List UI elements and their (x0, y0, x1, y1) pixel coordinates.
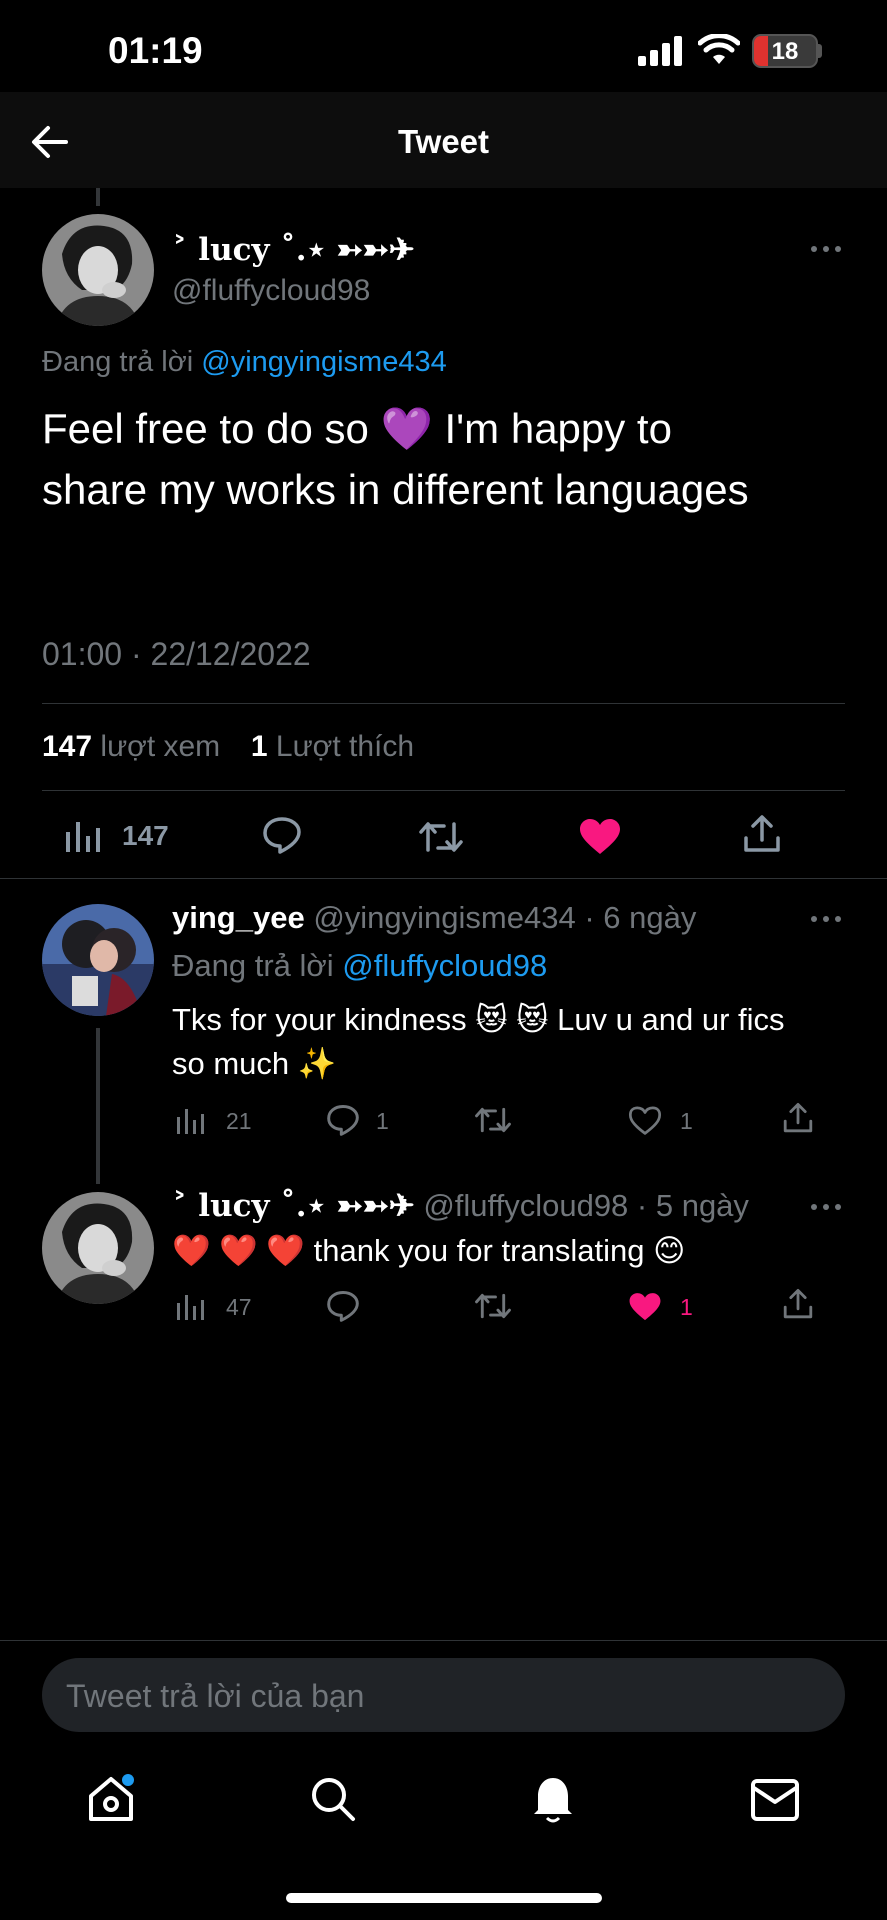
views-analytics-button[interactable] (176, 1292, 204, 1320)
more-options-icon[interactable] (810, 244, 842, 254)
thread-line-top (96, 188, 100, 206)
like-icon[interactable] (628, 1106, 662, 1136)
nav-search[interactable] (308, 1774, 358, 1824)
tweet-stats: 147 lượt xem 1 Lượt thích (42, 730, 414, 764)
nav-notifications[interactable] (528, 1772, 578, 1824)
retweet-icon[interactable] (474, 1292, 512, 1320)
replying-to-handle[interactable]: @yingyingisme434 (201, 346, 446, 378)
replying-to-handle[interactable]: @fluffycloud98 (342, 948, 547, 983)
replying-to-label: Đang trả lời (172, 948, 334, 983)
views-count: 147 (42, 730, 93, 763)
share-icon[interactable] (742, 814, 782, 854)
reply-author-handle-time[interactable]: @yingyingisme434 · 6 ngày (313, 900, 696, 935)
tweet-text-line: share my works in different languages (42, 466, 749, 513)
like-count: 1 (680, 1294, 693, 1320)
reply-header: ying_yee @yingyingisme434 · 6 ngày (172, 900, 696, 936)
status-time: 01:19 (108, 30, 203, 71)
share-icon[interactable] (782, 1102, 814, 1134)
thread-line (96, 1028, 100, 1184)
reply-text: Tks for your kindness 😻 😻 Luv u and ur f… (172, 998, 785, 1086)
battery-nub (818, 44, 822, 58)
views-label: lượt xem (100, 730, 221, 763)
share-icon[interactable] (782, 1288, 814, 1320)
mail-icon (751, 1779, 799, 1821)
reply-count: 1 (376, 1108, 389, 1134)
reply-icon[interactable] (262, 816, 302, 854)
tweet-author-handle[interactable]: @fluffycloud98 (172, 274, 370, 308)
analytics-icon (66, 822, 100, 852)
reply-header: ˃ lucy ˚.⋆ ➳➳✈ @fluffycloud98 · 5 ngày (172, 1188, 749, 1224)
cellular-signal-icon (638, 36, 684, 66)
page-title: Tweet (397, 123, 490, 160)
reply-icon[interactable] (326, 1104, 360, 1136)
views-analytics-button[interactable] (64, 818, 100, 852)
reply-author-name[interactable]: ˃ lucy ˚.⋆ ➳➳✈ (172, 1188, 415, 1224)
home-icon (89, 1774, 134, 1821)
home-indicator[interactable] (286, 1893, 602, 1903)
wifi-icon (698, 34, 740, 66)
search-icon (312, 1778, 355, 1821)
tweet-text-line: Feel free to do so 💜 I'm happy to (42, 405, 672, 452)
views-count: 47 (226, 1294, 252, 1320)
avatar[interactable] (42, 214, 154, 326)
divider (42, 703, 845, 704)
views-count: 21 (226, 1108, 252, 1134)
bell-icon (534, 1778, 572, 1823)
battery-level: 18 (771, 38, 799, 65)
replying-to: Đang trả lời @yingyingisme434 (42, 346, 447, 379)
views-analytics-button[interactable] (176, 1106, 204, 1134)
avatar[interactable] (42, 1192, 154, 1304)
retweet-icon[interactable] (474, 1106, 512, 1134)
replying-to-label: Đang trả lời (42, 346, 194, 378)
divider (0, 878, 887, 879)
likes-count[interactable]: 1 (251, 730, 268, 763)
reply-text: ❤️ ❤️ ❤️ thank you for translating 😊 (172, 1233, 686, 1268)
likes-label[interactable]: Lượt thích (276, 730, 414, 763)
reply-icon[interactable] (326, 1290, 360, 1322)
like-icon-filled[interactable] (628, 1292, 662, 1322)
more-options-icon[interactable] (810, 1202, 842, 1212)
reply-text-line: Tks for your kindness 😻 😻 Luv u and ur f… (172, 1002, 785, 1037)
views-count-action: 147 (122, 820, 169, 851)
tweet-text: Feel free to do so 💜 I'm happy to share … (42, 398, 749, 520)
avatar[interactable] (42, 904, 154, 1016)
divider (0, 1640, 887, 1641)
tweet-timestamp: 01:00 · 22/12/2022 (42, 636, 311, 672)
reply-text-line: so much ✨ (172, 1046, 337, 1081)
tweet-author-name[interactable]: ˃ lucy ˚.⋆ ➳➳✈ (172, 232, 415, 268)
like-count: 1 (680, 1108, 693, 1134)
divider (42, 790, 845, 791)
replying-to: Đang trả lời @fluffycloud98 (172, 948, 547, 984)
battery-icon: 18 (752, 34, 818, 68)
more-options-icon[interactable] (810, 914, 842, 924)
reply-input-placeholder: Tweet trả lời của bạn (66, 1678, 365, 1714)
retweet-icon[interactable] (418, 820, 464, 854)
nav-home[interactable] (86, 1774, 136, 1824)
like-icon-filled[interactable] (578, 818, 622, 856)
nav-messages[interactable] (750, 1778, 800, 1822)
reply-author-name[interactable]: ying_yee (172, 900, 305, 935)
reply-author-handle-time[interactable]: @fluffycloud98 · 5 ngày (423, 1188, 749, 1223)
